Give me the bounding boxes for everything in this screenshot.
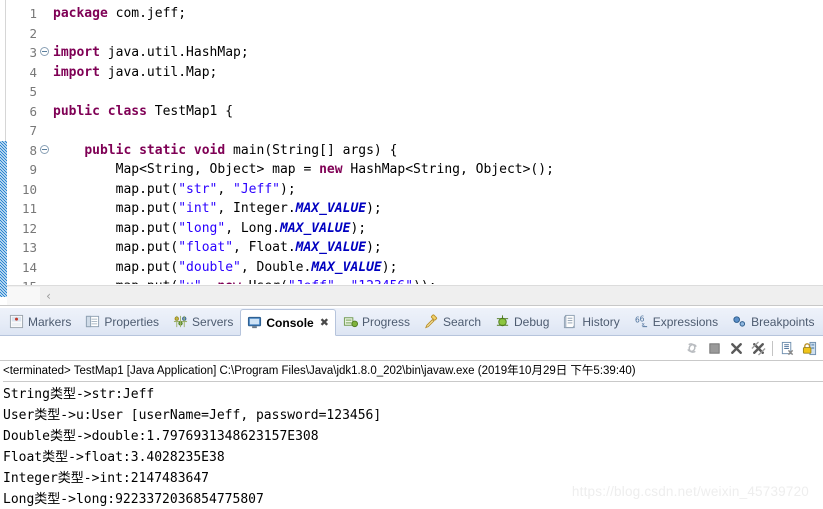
code-line[interactable] [53,121,823,141]
console-launch-header: <terminated> TestMap1 [Java Application]… [3,365,636,377]
line-number: 11 [21,201,37,216]
line-number: 3 [6,43,49,63]
line-number: 2 [29,25,37,41]
line-number: 6 [29,103,37,119]
code-line[interactable]: package com.jeff; [53,4,823,24]
tab-markers[interactable]: Markers [2,308,78,335]
tab-label: Markers [28,314,72,329]
console-icon [247,315,262,330]
line-number: 1 [29,6,37,21]
console-output-line: User类型->u:User [userName=Jeff, password=… [3,408,382,423]
code-line[interactable]: map.put("float", Float.MAX_VALUE); [53,238,823,258]
tab-close-icon[interactable]: ✖ [320,316,329,329]
editor-horizontal-scrollbar[interactable]: ‹ [7,285,823,306]
scroll-lock-button[interactable] [798,338,820,359]
line-number: 12 [21,220,37,236]
svg-text:x: x [641,322,645,328]
markers-icon [9,314,24,329]
code-text-area[interactable]: package com.jeff; import java.util.HashM… [39,0,823,284]
code-line[interactable]: map.put("double", Double.MAX_VALUE); [53,258,823,278]
line-number: 8 [6,141,49,161]
line-number: 4 [29,64,37,80]
tab-console[interactable]: Console ✖ [240,309,336,336]
remove-launch-button[interactable] [725,338,747,359]
line-number: 13 [21,240,37,255]
line-number: 9 [29,162,37,177]
tab-search[interactable]: Search [417,308,488,335]
tab-expressions[interactable]: 6 6 x Expressions [627,308,725,335]
code-line[interactable]: map.put("u", new User("Jeff", "123456"))… [53,277,823,284]
tab-label: Servers [192,314,234,329]
tab-label: History [582,314,620,329]
watermark-text: https://blog.csdn.net/weixin_45739720 [571,484,809,499]
tab-label: Console [266,315,314,330]
tab-properties[interactable]: Properties [78,308,166,335]
tab-label: Properties [104,314,160,329]
code-line[interactable]: map.put("int", Integer.MAX_VALUE); [53,199,823,219]
history-icon [563,314,578,329]
code-line[interactable]: import java.util.HashMap; [53,43,823,63]
scrollbar-track[interactable] [57,286,823,306]
tab-debug[interactable]: Debug [488,308,556,335]
tab-label: Progress [361,314,410,329]
tab-label: Search [442,314,482,329]
code-line[interactable]: Map<String, Object> map = new HashMap<St… [53,160,823,180]
tab-label: Expressions [652,314,719,329]
scroll-left-arrow-icon[interactable]: ‹ [40,287,57,306]
console-output-line: String类型->str:Jeff [3,387,155,402]
tab-label: Breakpoints [751,314,815,329]
console-output-line: Double类型->double:1.7976931348623157E308 [3,429,319,444]
line-number-ruler: 123456789101112131415 [6,0,49,294]
tab-progress[interactable]: Progress [336,308,417,335]
console-output-line: Float类型->float:3.4028235E38 [3,450,225,465]
toolbar-separator [772,340,773,356]
eclipse-ide-window: 123456789101112131415 package com.jeff; … [0,0,823,509]
line-number: 14 [21,259,37,275]
bottom-view-panel: Markers Properties Servers Console ✖ Progress… [0,306,823,509]
breakpoints-icon [732,314,747,329]
code-line[interactable]: import java.util.Map; [53,63,823,83]
code-line[interactable]: map.put("str", "Jeff"); [53,180,823,200]
relaunch-button[interactable] [681,338,703,359]
code-line[interactable] [53,24,823,44]
console-header-divider [3,381,823,382]
java-editor[interactable]: 123456789101112131415 package com.jeff; … [0,0,823,306]
tab-servers[interactable]: Servers [166,308,240,335]
debug-icon [495,314,510,329]
remove-all-launches-button[interactable] [747,338,769,359]
view-tab-bar[interactable]: Markers Properties Servers Console ✖ Progress… [0,308,823,336]
tab-history[interactable]: History [556,308,626,335]
clear-console-button[interactable] [776,338,798,359]
code-line[interactable]: public static void main(String[] args) { [53,141,823,161]
code-line[interactable]: public class TestMap1 { [53,102,823,122]
line-number: 7 [29,123,37,138]
code-line[interactable] [53,82,823,102]
progress-icon [343,314,358,329]
line-number: 10 [21,181,37,197]
properties-icon [85,314,100,329]
line-number: 5 [29,84,37,99]
tab-breakpoints[interactable]: Breakpoints [725,308,821,335]
scrollbar-left-pad [7,286,40,306]
console-toolbar[interactable] [0,336,823,361]
search-icon [424,314,439,329]
expressions-icon: 66x [634,314,649,329]
tab-label: Debug [514,314,550,329]
code-line[interactable]: map.put("long", Long.MAX_VALUE); [53,219,823,239]
servers-icon [173,314,188,329]
terminate-button[interactable] [703,338,725,359]
editor-body[interactable]: 123456789101112131415 package com.jeff; … [0,0,823,297]
